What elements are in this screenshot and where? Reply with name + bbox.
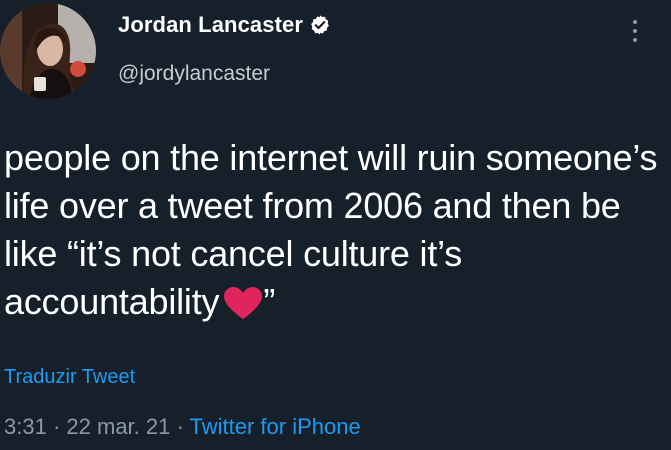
tweet-date[interactable]: 22 mar. 21: [66, 414, 170, 439]
author-name-row[interactable]: Jordan Lancaster: [118, 12, 331, 38]
heart-icon: [224, 287, 263, 319]
display-name[interactable]: Jordan Lancaster: [118, 12, 303, 38]
more-options-icon[interactable]: [628, 18, 642, 44]
translate-tweet-link[interactable]: Traduzir Tweet: [4, 366, 135, 389]
avatar[interactable]: [0, 3, 96, 99]
author-handle[interactable]: @jordylancaster: [118, 62, 270, 86]
verified-badge-icon: [311, 15, 329, 35]
tweet-text-closing-quote: ”: [263, 281, 276, 322]
tweet-source-link[interactable]: Twitter for iPhone: [190, 414, 361, 439]
tweet-card: Jordan Lancaster @jordylancaster people …: [0, 0, 671, 450]
meta-separator: ·: [52, 414, 61, 439]
meta-separator: ·: [176, 414, 184, 439]
tweet-time[interactable]: 3:31: [4, 414, 47, 439]
tweet-text-content: people on the internet will ruin someone…: [4, 137, 658, 322]
tweet-meta: 3:31 · 22 mar. 21 · Twitter for iPhone: [4, 414, 361, 440]
tweet-text: people on the internet will ruin someone…: [4, 134, 664, 326]
avatar-photo: [0, 3, 96, 99]
